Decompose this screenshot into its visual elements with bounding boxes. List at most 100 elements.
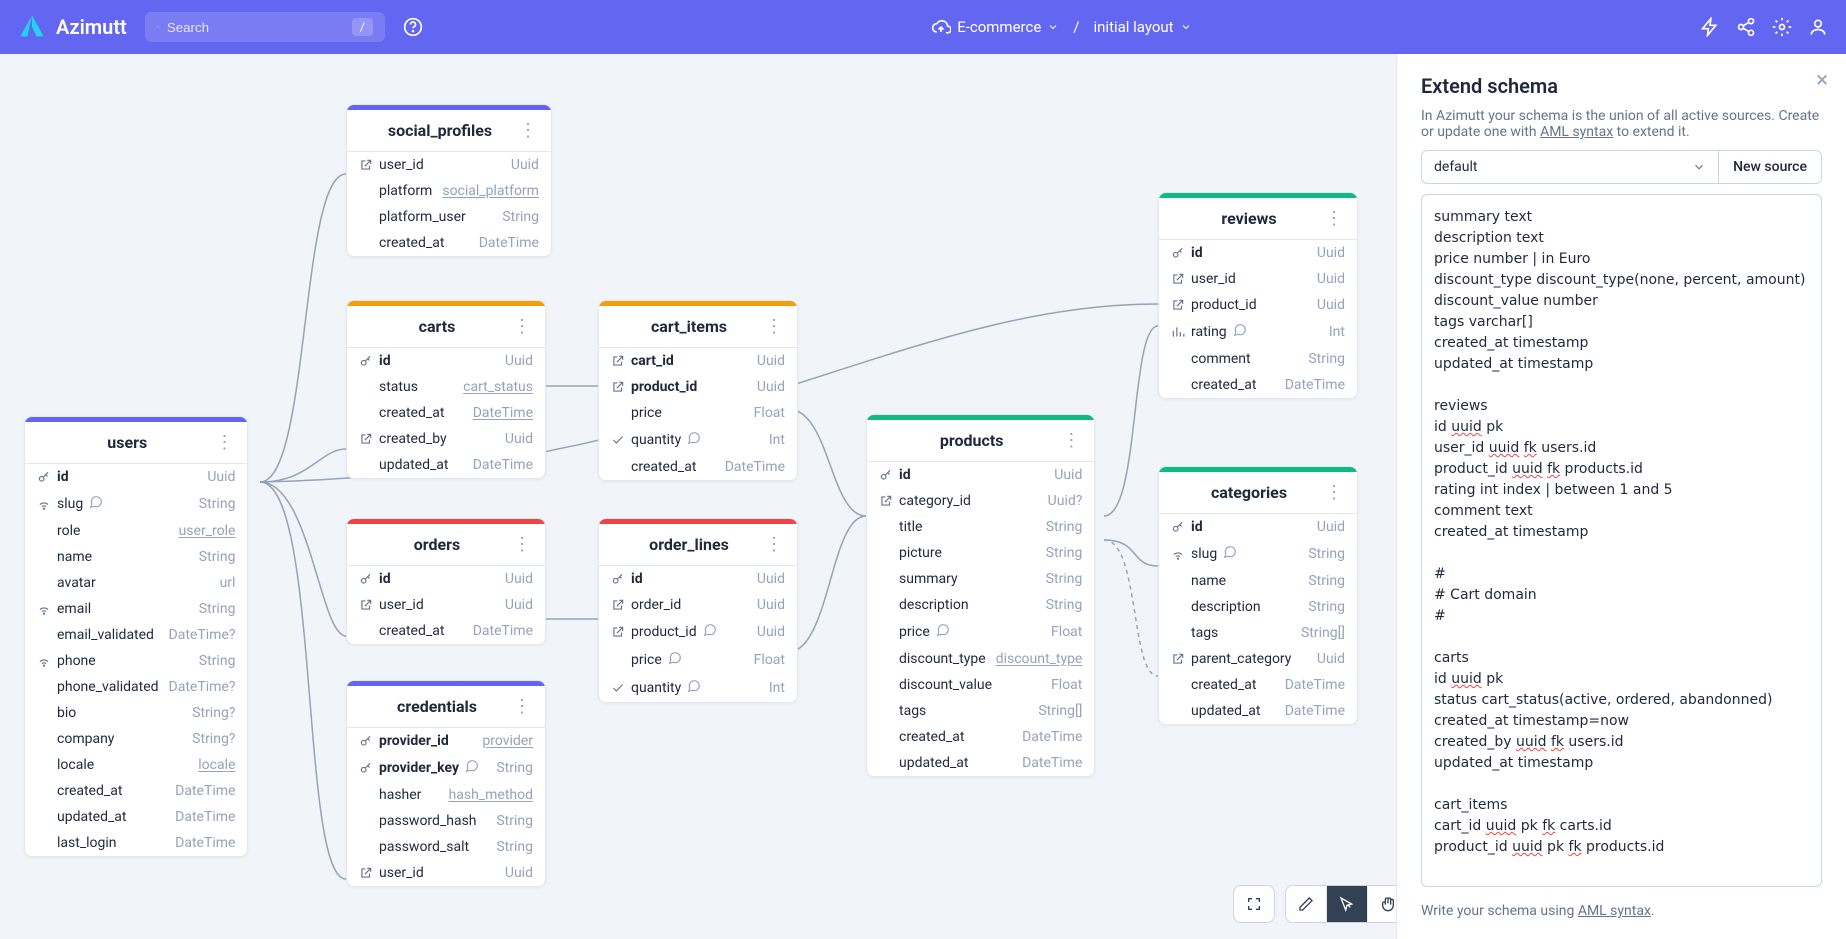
table-column[interactable]: updated_atDateTime	[867, 750, 1094, 776]
aml-syntax-link[interactable]: AML syntax	[1540, 124, 1613, 140]
table-column[interactable]: platformsocial_platform	[347, 178, 551, 204]
search-box[interactable]: /	[145, 12, 385, 42]
table-users[interactable]: users⋮idUuidslugStringroleuser_rolenameS…	[24, 416, 248, 857]
table-header[interactable]: users⋮	[25, 417, 247, 464]
table-menu-icon[interactable]: ⋮	[513, 696, 531, 717]
table-column[interactable]: product_idUuid	[599, 374, 797, 400]
table-column[interactable]: cart_idUuid	[599, 348, 797, 374]
table-header[interactable]: credentials⋮	[347, 681, 545, 728]
table-order_lines[interactable]: order_lines⋮idUuidorder_idUuidproduct_id…	[598, 518, 798, 703]
table-carts[interactable]: carts⋮idUuidstatuscart_statuscreated_atD…	[346, 300, 546, 479]
table-column[interactable]: quantityInt	[599, 674, 797, 702]
search-input[interactable]	[167, 20, 344, 35]
table-menu-icon[interactable]: ⋮	[513, 316, 531, 337]
aml-syntax-link[interactable]: AML syntax	[1578, 903, 1651, 919]
table-column[interactable]: titleString	[867, 514, 1094, 540]
table-products[interactable]: products⋮idUuidcategory_idUuid?titleStri…	[866, 414, 1095, 777]
table-column[interactable]: priceFloat	[867, 618, 1094, 646]
table-column[interactable]: updated_atDateTime	[1159, 698, 1357, 724]
table-column[interactable]: quantityInt	[599, 426, 797, 454]
table-column[interactable]: user_idUuid	[347, 152, 551, 178]
table-column[interactable]: nameString	[25, 544, 247, 570]
help-icon[interactable]	[403, 17, 423, 37]
table-cart_items[interactable]: cart_items⋮cart_idUuidproduct_idUuidpric…	[598, 300, 798, 481]
table-menu-icon[interactable]: ⋮	[1062, 430, 1080, 451]
table-column[interactable]: companyString?	[25, 726, 247, 752]
table-header[interactable]: order_lines⋮	[599, 519, 797, 566]
table-column[interactable]: tagsString[]	[1159, 620, 1357, 646]
table-header[interactable]: social_profiles⋮	[347, 105, 551, 152]
table-column[interactable]: created_atDateTime	[347, 400, 545, 426]
table-column[interactable]: provider_keyString	[347, 754, 545, 782]
bolt-icon[interactable]	[1700, 17, 1720, 37]
table-column[interactable]: idUuid	[347, 566, 545, 592]
table-column[interactable]: password_hashString	[347, 808, 545, 834]
table-column[interactable]: product_idUuid	[599, 618, 797, 646]
table-header[interactable]: carts⋮	[347, 301, 545, 348]
table-menu-icon[interactable]: ⋮	[215, 432, 233, 453]
table-column[interactable]: updated_atDateTime	[347, 452, 545, 478]
table-column[interactable]: roleuser_role	[25, 518, 247, 544]
table-column[interactable]: avatarurl	[25, 570, 247, 596]
select-tool-button[interactable]	[1326, 886, 1367, 922]
table-column[interactable]: tagsString[]	[867, 698, 1094, 724]
table-column[interactable]: slugString	[25, 490, 247, 518]
table-column[interactable]: nameString	[1159, 568, 1357, 594]
table-column[interactable]: idUuid	[25, 464, 247, 490]
table-column[interactable]: phone_validatedDateTime?	[25, 674, 247, 700]
table-column[interactable]: category_idUuid?	[867, 488, 1094, 514]
table-reviews[interactable]: reviews⋮idUuiduser_idUuidproduct_idUuidr…	[1158, 192, 1358, 399]
table-column[interactable]: emailString	[25, 596, 247, 622]
table-column[interactable]: statuscart_status	[347, 374, 545, 400]
table-column[interactable]: hasherhash_method	[347, 782, 545, 808]
table-column[interactable]: idUuid	[867, 462, 1094, 488]
table-column[interactable]: bioString?	[25, 700, 247, 726]
table-column[interactable]: provider_idprovider	[347, 728, 545, 754]
table-menu-icon[interactable]: ⋮	[1325, 208, 1343, 229]
table-column[interactable]: descriptionString	[1159, 594, 1357, 620]
table-column[interactable]: created_atDateTime	[867, 724, 1094, 750]
table-header[interactable]: categories⋮	[1159, 467, 1357, 514]
gear-icon[interactable]	[1772, 17, 1792, 37]
table-column[interactable]: user_idUuid	[347, 592, 545, 618]
table-column[interactable]: email_validatedDateTime?	[25, 622, 247, 648]
table-column[interactable]: last_loginDateTime	[25, 830, 247, 856]
app-logo[interactable]: Azimutt	[18, 13, 127, 41]
table-column[interactable]: product_idUuid	[1159, 292, 1357, 318]
table-column[interactable]: idUuid	[599, 566, 797, 592]
table-social_profiles[interactable]: social_profiles⋮user_idUuidplatformsocia…	[346, 104, 552, 257]
table-column[interactable]: localelocale	[25, 752, 247, 778]
table-column[interactable]: platform_userString	[347, 204, 551, 230]
table-column[interactable]: pictureString	[867, 540, 1094, 566]
table-column[interactable]: created_byUuid	[347, 426, 545, 452]
table-column[interactable]: order_idUuid	[599, 592, 797, 618]
table-column[interactable]: created_atDateTime	[25, 778, 247, 804]
table-column[interactable]: priceFloat	[599, 400, 797, 426]
table-column[interactable]: phoneString	[25, 648, 247, 674]
table-menu-icon[interactable]: ⋮	[765, 534, 783, 555]
table-column[interactable]: ratingInt	[1159, 318, 1357, 346]
table-column[interactable]: descriptionString	[867, 592, 1094, 618]
table-column[interactable]: parent_categoryUuid	[1159, 646, 1357, 672]
table-column[interactable]: summaryString	[867, 566, 1094, 592]
table-column[interactable]: created_atDateTime	[1159, 372, 1357, 398]
table-header[interactable]: cart_items⋮	[599, 301, 797, 348]
table-column[interactable]: password_saltString	[347, 834, 545, 860]
table-column[interactable]: idUuid	[1159, 240, 1357, 266]
table-menu-icon[interactable]: ⋮	[1325, 482, 1343, 503]
table-header[interactable]: reviews⋮	[1159, 193, 1357, 240]
share-icon[interactable]	[1736, 17, 1756, 37]
table-header[interactable]: products⋮	[867, 415, 1094, 462]
table-menu-icon[interactable]: ⋮	[513, 534, 531, 555]
user-icon[interactable]	[1808, 17, 1828, 37]
table-menu-icon[interactable]: ⋮	[519, 120, 537, 141]
table-column[interactable]: user_idUuid	[1159, 266, 1357, 292]
table-column[interactable]: created_atDateTime	[599, 454, 797, 480]
close-icon[interactable]: ×	[1816, 68, 1828, 93]
table-column[interactable]: user_idUuid	[347, 860, 545, 886]
table-column[interactable]: created_atDateTime	[347, 618, 545, 644]
fit-to-screen-button[interactable]	[1234, 886, 1274, 922]
table-column[interactable]: slugString	[1159, 540, 1357, 568]
table-column[interactable]: commentString	[1159, 346, 1357, 372]
layout-selector[interactable]: initial layout	[1093, 18, 1191, 36]
